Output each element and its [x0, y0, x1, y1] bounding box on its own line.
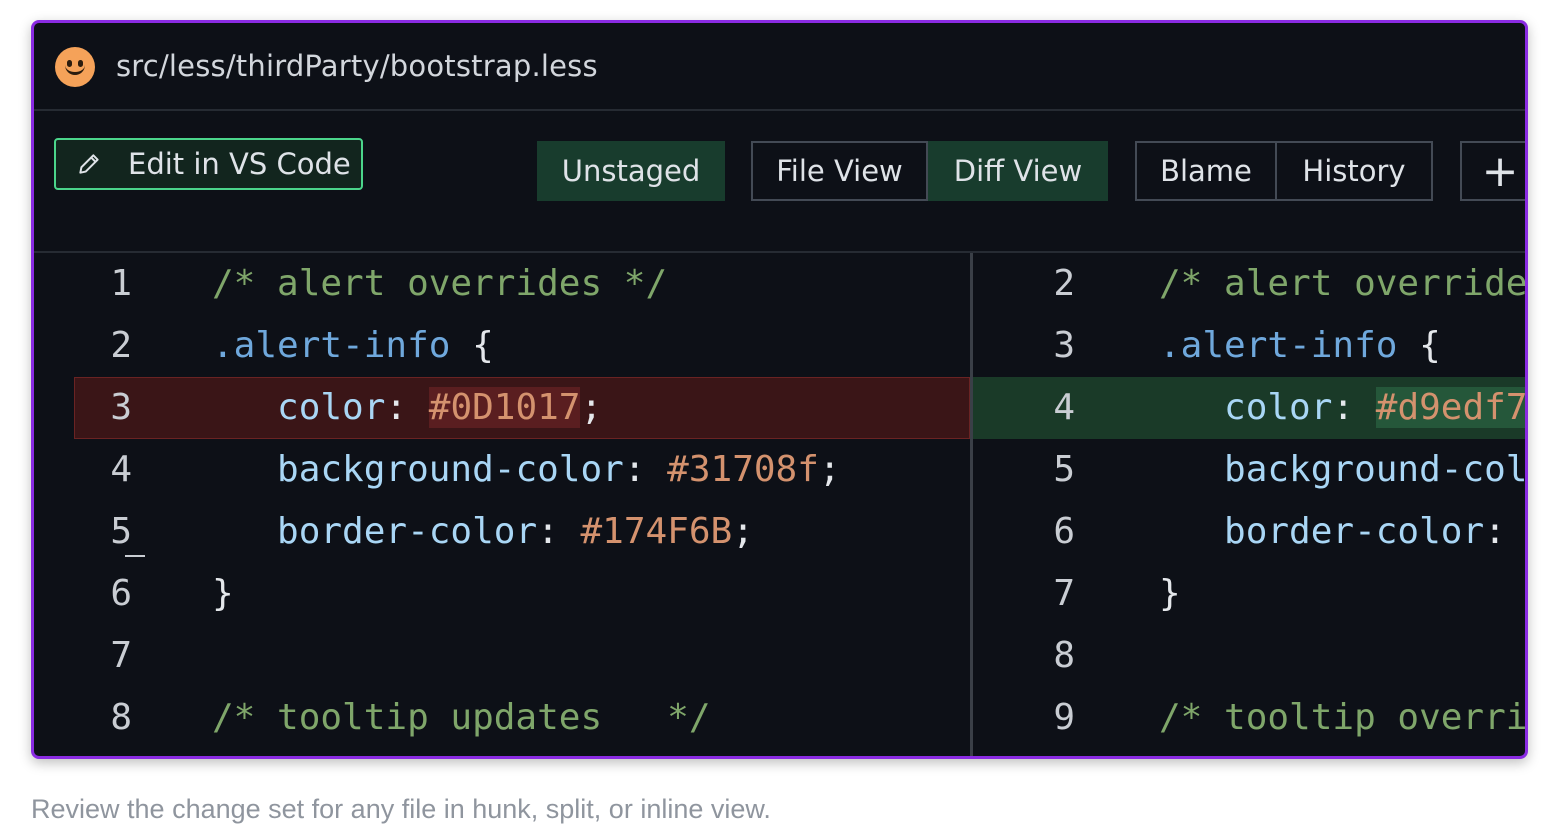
- tab-history[interactable]: History: [1275, 141, 1433, 201]
- code-line[interactable]: 8: [973, 625, 1525, 687]
- line-code: .alert-info {: [212, 325, 494, 366]
- line-number: 4: [110, 449, 132, 490]
- code-line[interactable]: 4 background-color: #31708f;: [34, 439, 970, 501]
- line-code: background-color: #31708f;: [1224, 449, 1525, 490]
- line-number: 9: [1053, 697, 1075, 738]
- right-pane: 2 /* alert overrides */ 3 .alert-info { 4 co…: [973, 253, 1525, 756]
- line-number: 6: [110, 573, 132, 614]
- code-line[interactable]: 6 border-color: #174F6B;: [973, 501, 1525, 563]
- line-number: 4: [1053, 387, 1075, 428]
- code-line[interactable]: 2 .alert-info {: [34, 315, 970, 377]
- text-cursor: [125, 555, 145, 557]
- code-line[interactable]: 4 color: #d9edf7;: [973, 377, 1525, 439]
- toolbar: Edit in VS Code Unstaged File View Diff …: [34, 111, 1525, 253]
- code-line[interactable]: 7}: [973, 563, 1525, 625]
- line-number: 2: [110, 325, 132, 366]
- line-number: 5: [110, 511, 132, 552]
- code-line[interactable]: 3 .alert-info {: [973, 315, 1525, 377]
- code-line[interactable]: 3 color: #0D1017;: [34, 377, 970, 439]
- diff-code-area: 1 /* alert overrides */ 2 .alert-info { 3 co…: [34, 253, 1525, 756]
- code-line[interactable]: 1 /* alert overrides */: [34, 253, 970, 315]
- line-number: 1: [110, 263, 132, 304]
- unstaged-button[interactable]: Unstaged: [537, 141, 725, 201]
- smiley-face-icon: [55, 47, 95, 87]
- line-number: 3: [1053, 325, 1075, 366]
- left-pane: 1 /* alert overrides */ 2 .alert-info { 3 co…: [34, 253, 970, 756]
- line-code: border-color: #174F6B;: [277, 511, 754, 552]
- line-code: /* alert overrides */: [1159, 263, 1525, 304]
- code-line[interactable]: 8 /* tooltip updates */: [34, 687, 970, 749]
- edit-in-vscode-label: Edit in VS Code: [128, 147, 351, 181]
- line-code: border-color: #174F6B;: [1224, 511, 1525, 552]
- add-button[interactable]: +: [1460, 141, 1525, 201]
- line-code: .alert-info {: [1159, 325, 1441, 366]
- line-code: }: [1159, 573, 1181, 614]
- code-line[interactable]: 5 background-color: #31708f;: [973, 439, 1525, 501]
- line-number: 8: [1053, 635, 1075, 676]
- line-code: }: [212, 573, 234, 614]
- line-number: 3: [110, 387, 132, 428]
- edit-in-vscode-button[interactable]: Edit in VS Code: [54, 138, 363, 190]
- line-number: 2: [1053, 263, 1075, 304]
- line-number: 5: [1053, 449, 1075, 490]
- line-code: /* tooltip overrides */: [1159, 697, 1525, 738]
- line-code: color: #0D1017;: [277, 387, 603, 428]
- file-path: src/less/thirdParty/bootstrap.less: [116, 49, 598, 83]
- line-code: /* alert overrides */: [212, 263, 668, 304]
- code-line[interactable]: 7: [34, 625, 970, 687]
- diff-window: src/less/thirdParty/bootstrap.less Edit …: [31, 20, 1528, 759]
- code-line[interactable]: 9 /* tooltip overrides */: [973, 687, 1525, 749]
- line-number: 6: [1053, 511, 1075, 552]
- code-line[interactable]: 2 /* alert overrides */: [973, 253, 1525, 315]
- line-number: 7: [110, 635, 132, 676]
- tab-file-view[interactable]: File View: [751, 141, 928, 201]
- tab-blame[interactable]: Blame: [1135, 141, 1277, 201]
- line-code: background-color: #31708f;: [277, 449, 841, 490]
- line-number: 7: [1053, 573, 1075, 614]
- pencil-icon: [79, 154, 99, 174]
- code-line[interactable]: 5 border-color: #174F6B;: [34, 501, 970, 563]
- code-line[interactable]: 6}: [34, 563, 970, 625]
- tab-diff-view[interactable]: Diff View: [928, 141, 1108, 201]
- line-code: color: #d9edf7;: [1159, 377, 1525, 439]
- title-bar: src/less/thirdParty/bootstrap.less: [34, 23, 1525, 111]
- line-code: /* tooltip updates */: [212, 697, 711, 738]
- line-number: 8: [110, 697, 132, 738]
- caption: Review the change set for any file in hu…: [31, 794, 771, 824]
